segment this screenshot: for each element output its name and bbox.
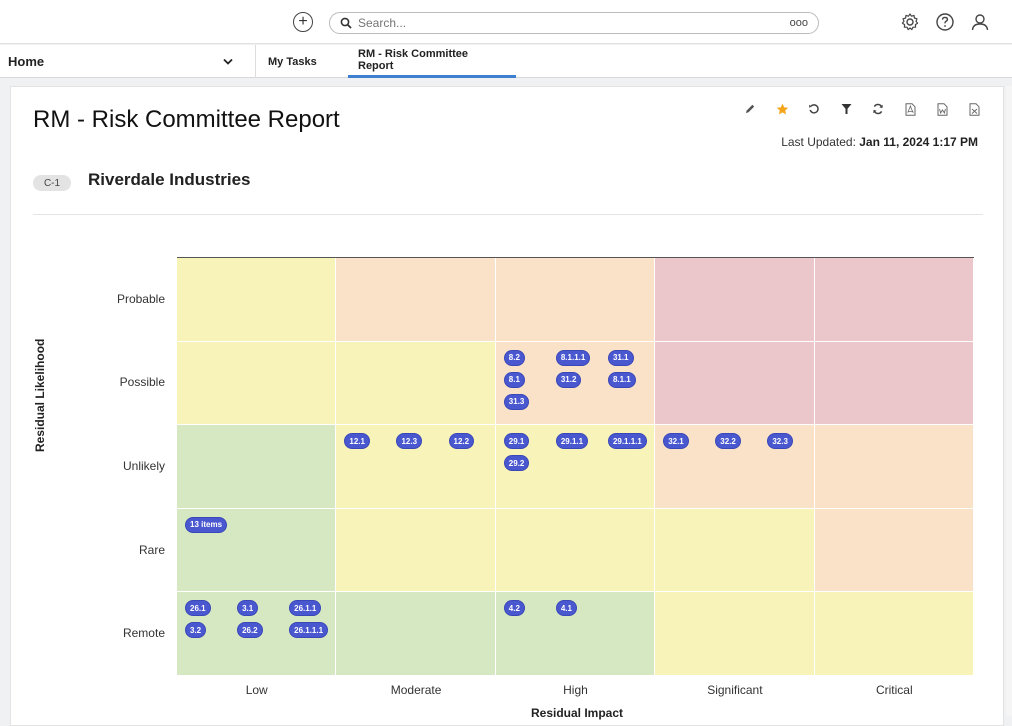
settings-gear-icon[interactable] bbox=[899, 11, 921, 33]
risk-item-pill[interactable]: 32.3 bbox=[768, 434, 792, 449]
heatmap-cell[interactable] bbox=[655, 592, 815, 676]
risk-item-pill[interactable]: 29.1.1 bbox=[556, 434, 588, 449]
risk-item-pill[interactable]: 8.2 bbox=[504, 350, 524, 365]
risk-item-pill[interactable]: 3.1 bbox=[238, 601, 258, 616]
column-label: Low bbox=[245, 683, 268, 697]
risk-item-pill[interactable]: 26.1.1.1 bbox=[290, 623, 328, 638]
export-pdf-icon[interactable] bbox=[899, 99, 921, 119]
risk-item-pill[interactable]: 29.1.1.1 bbox=[608, 434, 646, 449]
heatmap-cell[interactable] bbox=[177, 341, 337, 426]
heatmap-cell[interactable] bbox=[814, 341, 974, 426]
divider bbox=[33, 214, 983, 215]
export-excel-icon[interactable] bbox=[963, 99, 985, 119]
risk-item-pill[interactable]: 12.2 bbox=[449, 434, 474, 449]
heatmap-cell[interactable] bbox=[655, 341, 815, 426]
risk-item-pill[interactable]: 32.1 bbox=[664, 434, 688, 449]
risk-item-pill[interactable]: 12.3 bbox=[397, 434, 422, 449]
risk-item-pill[interactable]: 4.1 bbox=[556, 601, 576, 616]
tab-label: RM - Risk Committee Report bbox=[358, 48, 469, 72]
last-updated-value: Jan 11, 2024 1:17 PM bbox=[859, 135, 978, 149]
heatmap-cell[interactable] bbox=[655, 258, 815, 342]
heatmap-cell[interactable] bbox=[814, 592, 974, 676]
heatmap-cell[interactable] bbox=[495, 258, 656, 342]
history-icon[interactable] bbox=[803, 99, 825, 119]
heatmap-cell[interactable] bbox=[177, 258, 337, 342]
export-word-icon[interactable] bbox=[931, 99, 953, 119]
home-selector[interactable]: Home bbox=[0, 45, 256, 78]
risk-item-pill[interactable]: 3.2 bbox=[186, 623, 206, 638]
heatmap-cell[interactable] bbox=[814, 508, 974, 593]
user-profile-icon[interactable] bbox=[969, 11, 991, 33]
risk-item-pill[interactable]: 31.3 bbox=[504, 394, 529, 409]
page-title: RM - Risk Committee Report bbox=[33, 106, 340, 133]
tab-label: My Tasks bbox=[268, 55, 317, 68]
risk-item-pill[interactable]: 8.1.1 bbox=[608, 372, 635, 387]
org-id-badge: C-1 bbox=[33, 175, 71, 191]
chevron-down-icon bbox=[223, 58, 233, 65]
heatmap-cell[interactable] bbox=[814, 258, 974, 342]
edit-pencil-icon[interactable] bbox=[739, 99, 761, 119]
risk-item-pill[interactable]: 29.2 bbox=[504, 456, 529, 471]
report-toolbar bbox=[729, 99, 985, 119]
row-label: Possible bbox=[119, 375, 165, 390]
risk-item-pill[interactable]: 13 items bbox=[186, 517, 227, 532]
page-scrollbar[interactable] bbox=[1006, 86, 1012, 716]
row-label: Rare bbox=[138, 542, 165, 557]
column-label: Significant bbox=[707, 683, 763, 697]
risk-item-pill[interactable]: 8.1 bbox=[504, 372, 524, 387]
add-icon[interactable]: + bbox=[293, 12, 313, 32]
refresh-icon[interactable] bbox=[867, 99, 889, 119]
search-icon bbox=[340, 17, 352, 29]
risk-item-pill[interactable]: 29.1 bbox=[504, 434, 529, 449]
risk-item-pill[interactable]: 31.2 bbox=[556, 372, 581, 387]
more-options-icon[interactable]: ooo bbox=[790, 17, 808, 29]
org-name: Riverdale Industries bbox=[88, 170, 251, 189]
heatmap-cell[interactable] bbox=[336, 341, 496, 426]
report-card: RM - Risk Committee Report Last Updated:… bbox=[10, 86, 1004, 726]
heatmap-cell[interactable] bbox=[336, 258, 496, 342]
risk-item-pill[interactable]: 31.1 bbox=[608, 350, 633, 365]
x-axis-label: Residual Impact bbox=[530, 706, 624, 720]
last-updated: Last Updated: Jan 11, 2024 1:17 PM bbox=[781, 135, 978, 149]
help-icon[interactable] bbox=[934, 11, 956, 33]
heatmap-cell[interactable] bbox=[814, 425, 974, 509]
row-label: Remote bbox=[122, 626, 165, 641]
home-label: Home bbox=[8, 54, 45, 69]
favorite-star-icon[interactable] bbox=[771, 99, 793, 119]
nav-row: Home My Tasks RM - Risk Committee Report bbox=[0, 45, 1012, 78]
filter-icon[interactable] bbox=[835, 99, 857, 119]
risk-item-pill[interactable]: 8.1.1.1 bbox=[556, 350, 590, 365]
heatmap-cell[interactable] bbox=[336, 592, 496, 676]
heatmap-cell[interactable] bbox=[495, 508, 656, 593]
column-label: Critical bbox=[875, 683, 913, 697]
risk-item-pill[interactable]: 12.1 bbox=[345, 434, 369, 449]
search-input[interactable] bbox=[358, 16, 790, 30]
search-bar[interactable]: ooo bbox=[329, 12, 819, 34]
tab-risk-committee-report[interactable]: RM - Risk Committee Report bbox=[348, 45, 516, 78]
top-bar: + ooo bbox=[0, 0, 1012, 44]
column-label: Moderate bbox=[390, 683, 442, 697]
risk-item-pill[interactable]: 26.2 bbox=[238, 623, 262, 638]
risk-item-pill[interactable]: 32.2 bbox=[716, 434, 740, 449]
y-axis-label: Residual Likelihood bbox=[33, 338, 47, 452]
risk-item-pill[interactable]: 26.1.1 bbox=[290, 601, 321, 616]
heatmap-cell[interactable] bbox=[177, 425, 337, 509]
risk-item-pill[interactable]: 26.1 bbox=[186, 601, 210, 616]
heatmap-cell[interactable] bbox=[655, 508, 815, 593]
column-label: High bbox=[563, 683, 588, 697]
row-label: Unlikely bbox=[122, 459, 165, 473]
last-updated-label: Last Updated: bbox=[781, 135, 856, 149]
risk-heatmap-grid: 8.2 8.1.1.1 31.1 8.1 31.2 8.1.1 31.3 12.1 12.3 12… bbox=[177, 257, 974, 676]
tab-my-tasks[interactable]: My Tasks bbox=[268, 45, 317, 78]
risk-item-pill[interactable]: 4.2 bbox=[504, 601, 524, 616]
heatmap-cell[interactable] bbox=[336, 508, 496, 593]
row-label: Probable bbox=[116, 291, 165, 306]
